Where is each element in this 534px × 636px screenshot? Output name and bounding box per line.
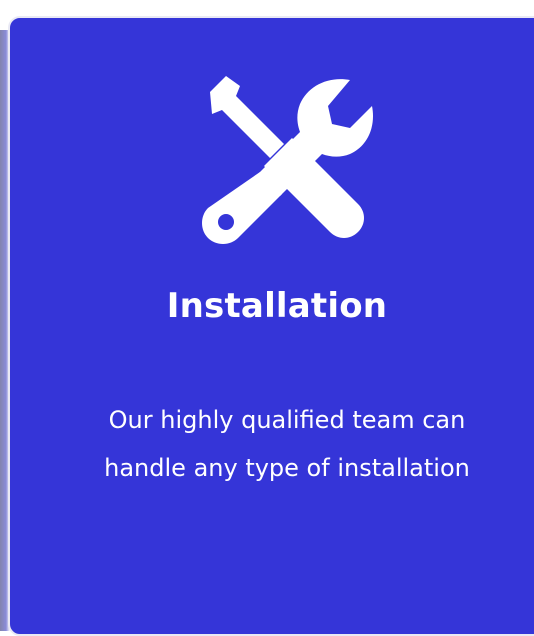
- service-card-installation[interactable]: Installation Our highly qualified team c…: [8, 16, 534, 636]
- tools-icon: [200, 72, 374, 246]
- card-title: Installation: [166, 286, 388, 326]
- card-description-line: handle any type of installation: [104, 454, 470, 482]
- card-description-line: Our highly qualified team can: [108, 406, 466, 434]
- card-description: Our highly qualified team can handle any…: [10, 396, 534, 492]
